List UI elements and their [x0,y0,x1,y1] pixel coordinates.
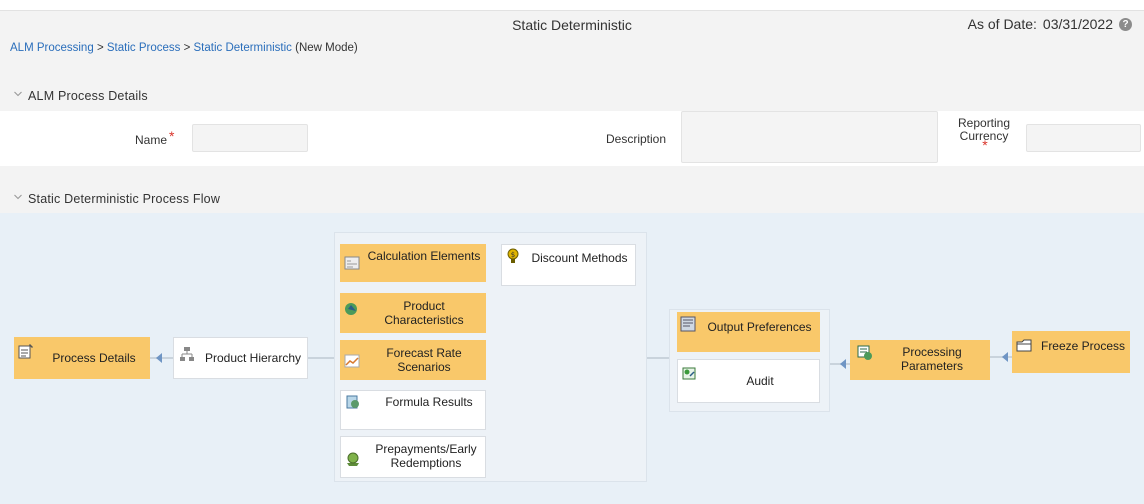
node-label: Formula Results [385,395,473,409]
node-processing-parameters[interactable]: Processing Parameters [850,340,990,380]
breadcrumb-separator: > [96,42,104,54]
chevron-down-icon [14,194,22,202]
breadcrumb-static-process[interactable]: Static Process [107,42,181,54]
document-edit-icon [18,344,33,359]
node-discount-methods[interactable]: $ Discount Methods [501,244,636,286]
node-formula-results[interactable]: Formula Results [340,390,486,430]
description-field[interactable] [681,111,938,163]
connector [828,363,850,365]
process-flow-canvas: Process Details Product Hierarchy Calcul… [0,213,1144,504]
breadcrumb-mode: (New Mode) [295,42,358,54]
hierarchy-icon [180,347,194,361]
section-title: ALM Process Details [28,89,148,103]
alm-process-details-panel: Name * Description Reporting Currency * [0,111,1144,166]
top-bar [0,0,1144,11]
connector [645,357,669,359]
node-forecast-rate-scenarios[interactable]: Forecast Rate Scenarios [340,340,486,380]
breadcrumb-static-deterministic[interactable]: Static Deterministic [193,42,291,54]
section-title: Static Deterministic Process Flow [28,192,221,206]
node-output-preferences[interactable]: Output Preferences [677,312,820,352]
reporting-currency-label: Reporting Currency * [958,116,1011,153]
required-mark: * [169,128,175,144]
connector [990,356,1012,358]
node-product-characteristics[interactable]: Product Characteristics [340,293,486,333]
calculator-icon [344,256,360,270]
node-prepayments[interactable]: Prepayments/Early Redemptions [340,436,486,478]
connector-arrow [840,359,846,369]
process-flow-header[interactable]: Static Deterministic Process Flow [0,184,1144,214]
description-label: Description [606,132,667,146]
breadcrumb-separator: > [183,42,191,54]
node-label: Discount Methods [531,251,628,265]
chevron-down-icon [14,91,22,99]
connector-arrow [156,353,162,363]
as-of-label: As of Date: [967,16,1037,32]
chart-icon [344,354,360,368]
breadcrumb: ALM Processing > Static Process > Static… [10,42,358,54]
node-process-details[interactable]: Process Details [14,337,150,379]
breadcrumb-alm-processing[interactable]: ALM Processing [10,42,94,54]
node-label: Output Preferences [707,320,812,334]
node-audit[interactable]: Audit [677,359,820,403]
node-label: Product Hierarchy [204,351,302,365]
node-calculation-elements[interactable]: Calculation Elements [340,244,486,282]
node-label: Freeze Process [1040,339,1126,353]
reporting-currency-input[interactable] [1026,124,1141,152]
node-product-hierarchy[interactable]: Product Hierarchy [173,337,308,379]
discount-icon: $ [507,248,519,263]
as-of-value: 03/31/2022 [1042,16,1113,32]
required-mark: * [982,137,988,153]
connector-arrow [1002,352,1008,362]
as-of-date: As of Date: 03/31/2022 ? [968,16,1132,32]
output-preferences-icon [680,316,696,332]
name-label: Name * [135,128,175,147]
product-characteristics-icon [345,303,357,315]
folder-icon [1016,339,1032,352]
node-label: Calculation Elements [367,249,481,263]
node-label: Forecast Rate Scenarios [386,346,462,374]
node-label: Processing Parameters [900,345,964,373]
formula-icon [346,395,359,409]
node-label: Process Details [52,351,136,365]
connector [308,357,334,359]
node-label: Audit [746,374,774,388]
alm-process-details-header[interactable]: ALM Process Details [0,81,1144,111]
processing-parameters-icon [857,345,872,360]
prepayment-icon [347,452,359,466]
node-label: Product Characteristics [384,299,464,327]
svg-text:$: $ [511,251,515,259]
node-freeze-process[interactable]: Freeze Process [1012,331,1130,373]
node-label: Prepayments/Early Redemptions [375,442,477,470]
name-input[interactable] [192,124,308,152]
help-icon[interactable]: ? [1119,17,1132,31]
